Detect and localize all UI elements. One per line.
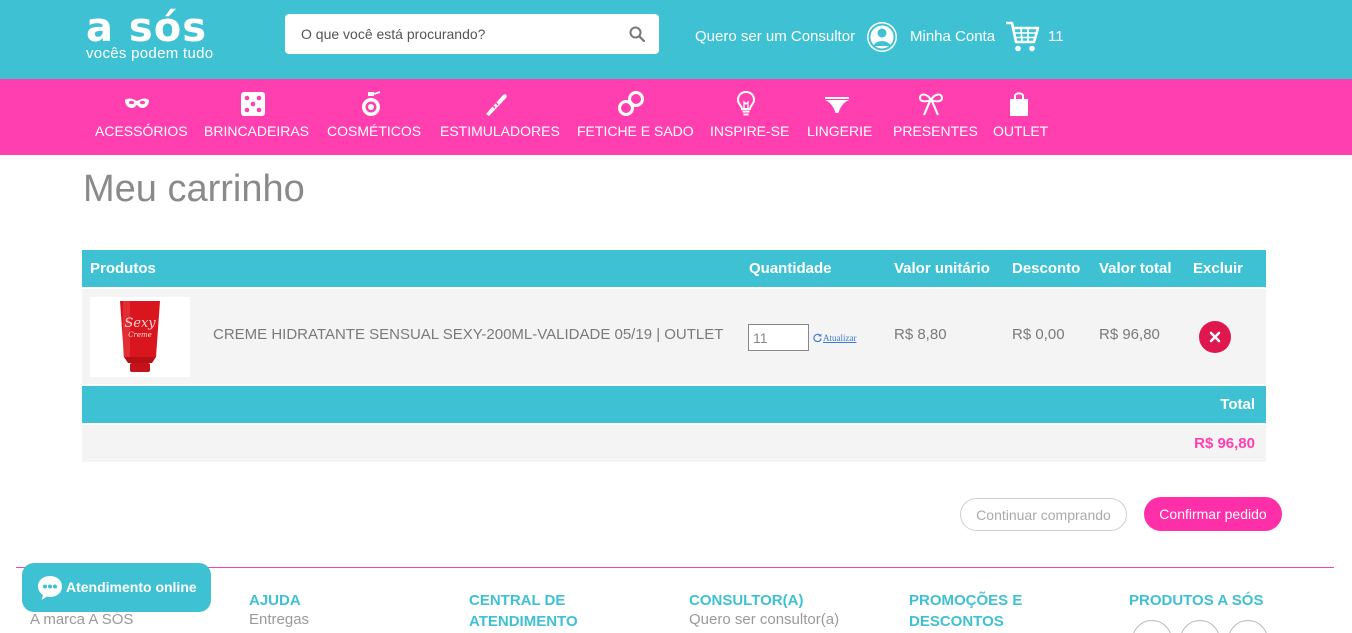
footer-link-quero-ser-consultor[interactable]: Quero ser consultor(a) [689,611,839,628]
close-icon [1209,331,1221,343]
user-account-icon[interactable] [866,21,898,53]
search-input[interactable] [285,14,615,54]
top-header: a sós vocês podem tudo Quero ser um Cons… [0,0,1352,79]
category-label: COSMÉTICOS [327,123,422,139]
category-outlet[interactable]: OUTLET [993,79,1049,155]
social-icon[interactable] [1132,620,1172,633]
category-label: INSPIRE-SE [710,123,790,139]
category-lingerie[interactable]: LINGERIE [807,79,873,155]
product-name[interactable]: CREME HIDRATANTE SENSUAL SEXY-200ML-VALI… [213,326,723,343]
category-inspire-se[interactable]: INSPIRE-SE [710,79,790,155]
logo-tagline: vocês podem tudo [86,45,214,62]
search-icon[interactable] [629,26,645,42]
category-brincadeiras[interactable]: BRINCADEIRAS [204,79,310,155]
svg-text:Sexy: Sexy [124,316,156,331]
cart-table-header: Produtos Quantidade Valor unitário Desco… [82,250,1266,287]
category-label: OUTLET [993,123,1049,139]
category-presentes[interactable]: PRESENTES [893,79,978,155]
category-cosmeticos[interactable]: COSMÉTICOS [327,79,422,155]
quantity-input[interactable] [748,324,809,351]
cart-item-row: Sexy Creme CREME HIDRATANTE SENSUAL SEXY… [82,289,1266,384]
logo[interactable]: a sós vocês podem tudo [86,8,213,62]
category-label: ACESSÓRIOS [95,123,188,139]
handcuffs-icon [617,91,644,116]
refresh-icon [813,333,822,342]
chat-bubble-icon [38,576,62,600]
account-link[interactable]: Minha Conta [910,28,995,45]
logo-text: a sós [86,5,208,51]
category-label: PRESENTES [893,123,978,139]
total-value: R$ 96,80 [1194,435,1255,452]
lightbulb-icon [736,91,755,116]
discount-value: R$ 0,00 [1012,326,1065,343]
unit-price: R$ 8,80 [894,326,947,343]
column-header-valor-unitario: Valor unitário [894,260,990,277]
page-title: Meu carrinho [83,168,305,210]
social-icon[interactable] [1180,620,1220,633]
mask-icon [125,98,149,108]
category-label: FETICHE E SADO [577,123,694,139]
dice-icon [241,92,265,116]
column-header-produtos: Produtos [90,260,156,277]
chat-label: Atendimento online [66,579,197,595]
cart-total-row: R$ 96,80 [82,425,1266,462]
footer-title-central-de-atendimento: CENTRAL DE ATENDIMENTO [469,592,578,630]
shopping-bag-icon [1010,92,1028,116]
category-nav: ACESSÓRIOS BRINCADEIRAS COSMÉTICOS ESTIM… [0,79,1352,155]
shopping-cart-icon[interactable] [1004,20,1040,54]
footer-divider [16,567,1334,568]
perfume-icon [362,91,381,116]
search-box [285,14,659,54]
footer-title-ajuda: AJUDA [249,592,301,609]
footer-title-consultor: CONSULTOR(A) [689,592,804,609]
bow-icon [918,93,943,116]
footer-link-marca[interactable]: A marca A SÓS [30,611,133,628]
vibrator-icon [486,94,507,116]
product-tube-image: Sexy Creme [120,301,160,372]
product-thumbnail[interactable]: Sexy Creme [90,297,190,377]
category-label: BRINCADEIRAS [204,123,310,139]
update-quantity-link[interactable]: Atualizar [813,333,856,343]
category-label: ESTIMULADORES [440,123,560,139]
update-label: Atualizar [823,333,857,343]
footer-title-produtos-a-sos: PRODUTOS A SÓS [1129,592,1264,609]
column-header-valor-total: Valor total [1099,260,1172,277]
footer-title-promocoes-e-descontos: PROMOÇÕES E DESCONTOS [909,592,1023,630]
consultor-link[interactable]: Quero ser um Consultor [695,28,855,45]
online-support-chat-button[interactable]: Atendimento online [22,563,211,612]
remove-item-button[interactable] [1199,321,1231,353]
social-icon[interactable] [1228,620,1268,633]
continue-shopping-button[interactable]: Continuar comprando [960,498,1127,531]
category-acessorios[interactable]: ACESSÓRIOS [95,79,188,155]
line-total: R$ 96,80 [1099,326,1160,343]
category-label: LINGERIE [807,123,873,139]
category-fetiche-e-sado[interactable]: FETICHE E SADO [577,79,694,155]
column-header-quantidade: Quantidade [749,260,832,277]
column-header-excluir: Excluir [1193,260,1244,277]
category-estimuladores[interactable]: ESTIMULADORES [440,79,560,155]
column-header-desconto: Desconto [1012,260,1081,277]
cart-count[interactable]: 11 [1048,28,1064,45]
footer-link-entregas[interactable]: Entregas [249,611,309,628]
panties-icon [825,97,849,113]
cart-total-header: Total [82,386,1266,423]
confirm-order-button[interactable]: Confirmar pedido [1144,497,1282,531]
svg-text:Creme: Creme [128,331,152,339]
total-label: Total [1220,396,1255,413]
